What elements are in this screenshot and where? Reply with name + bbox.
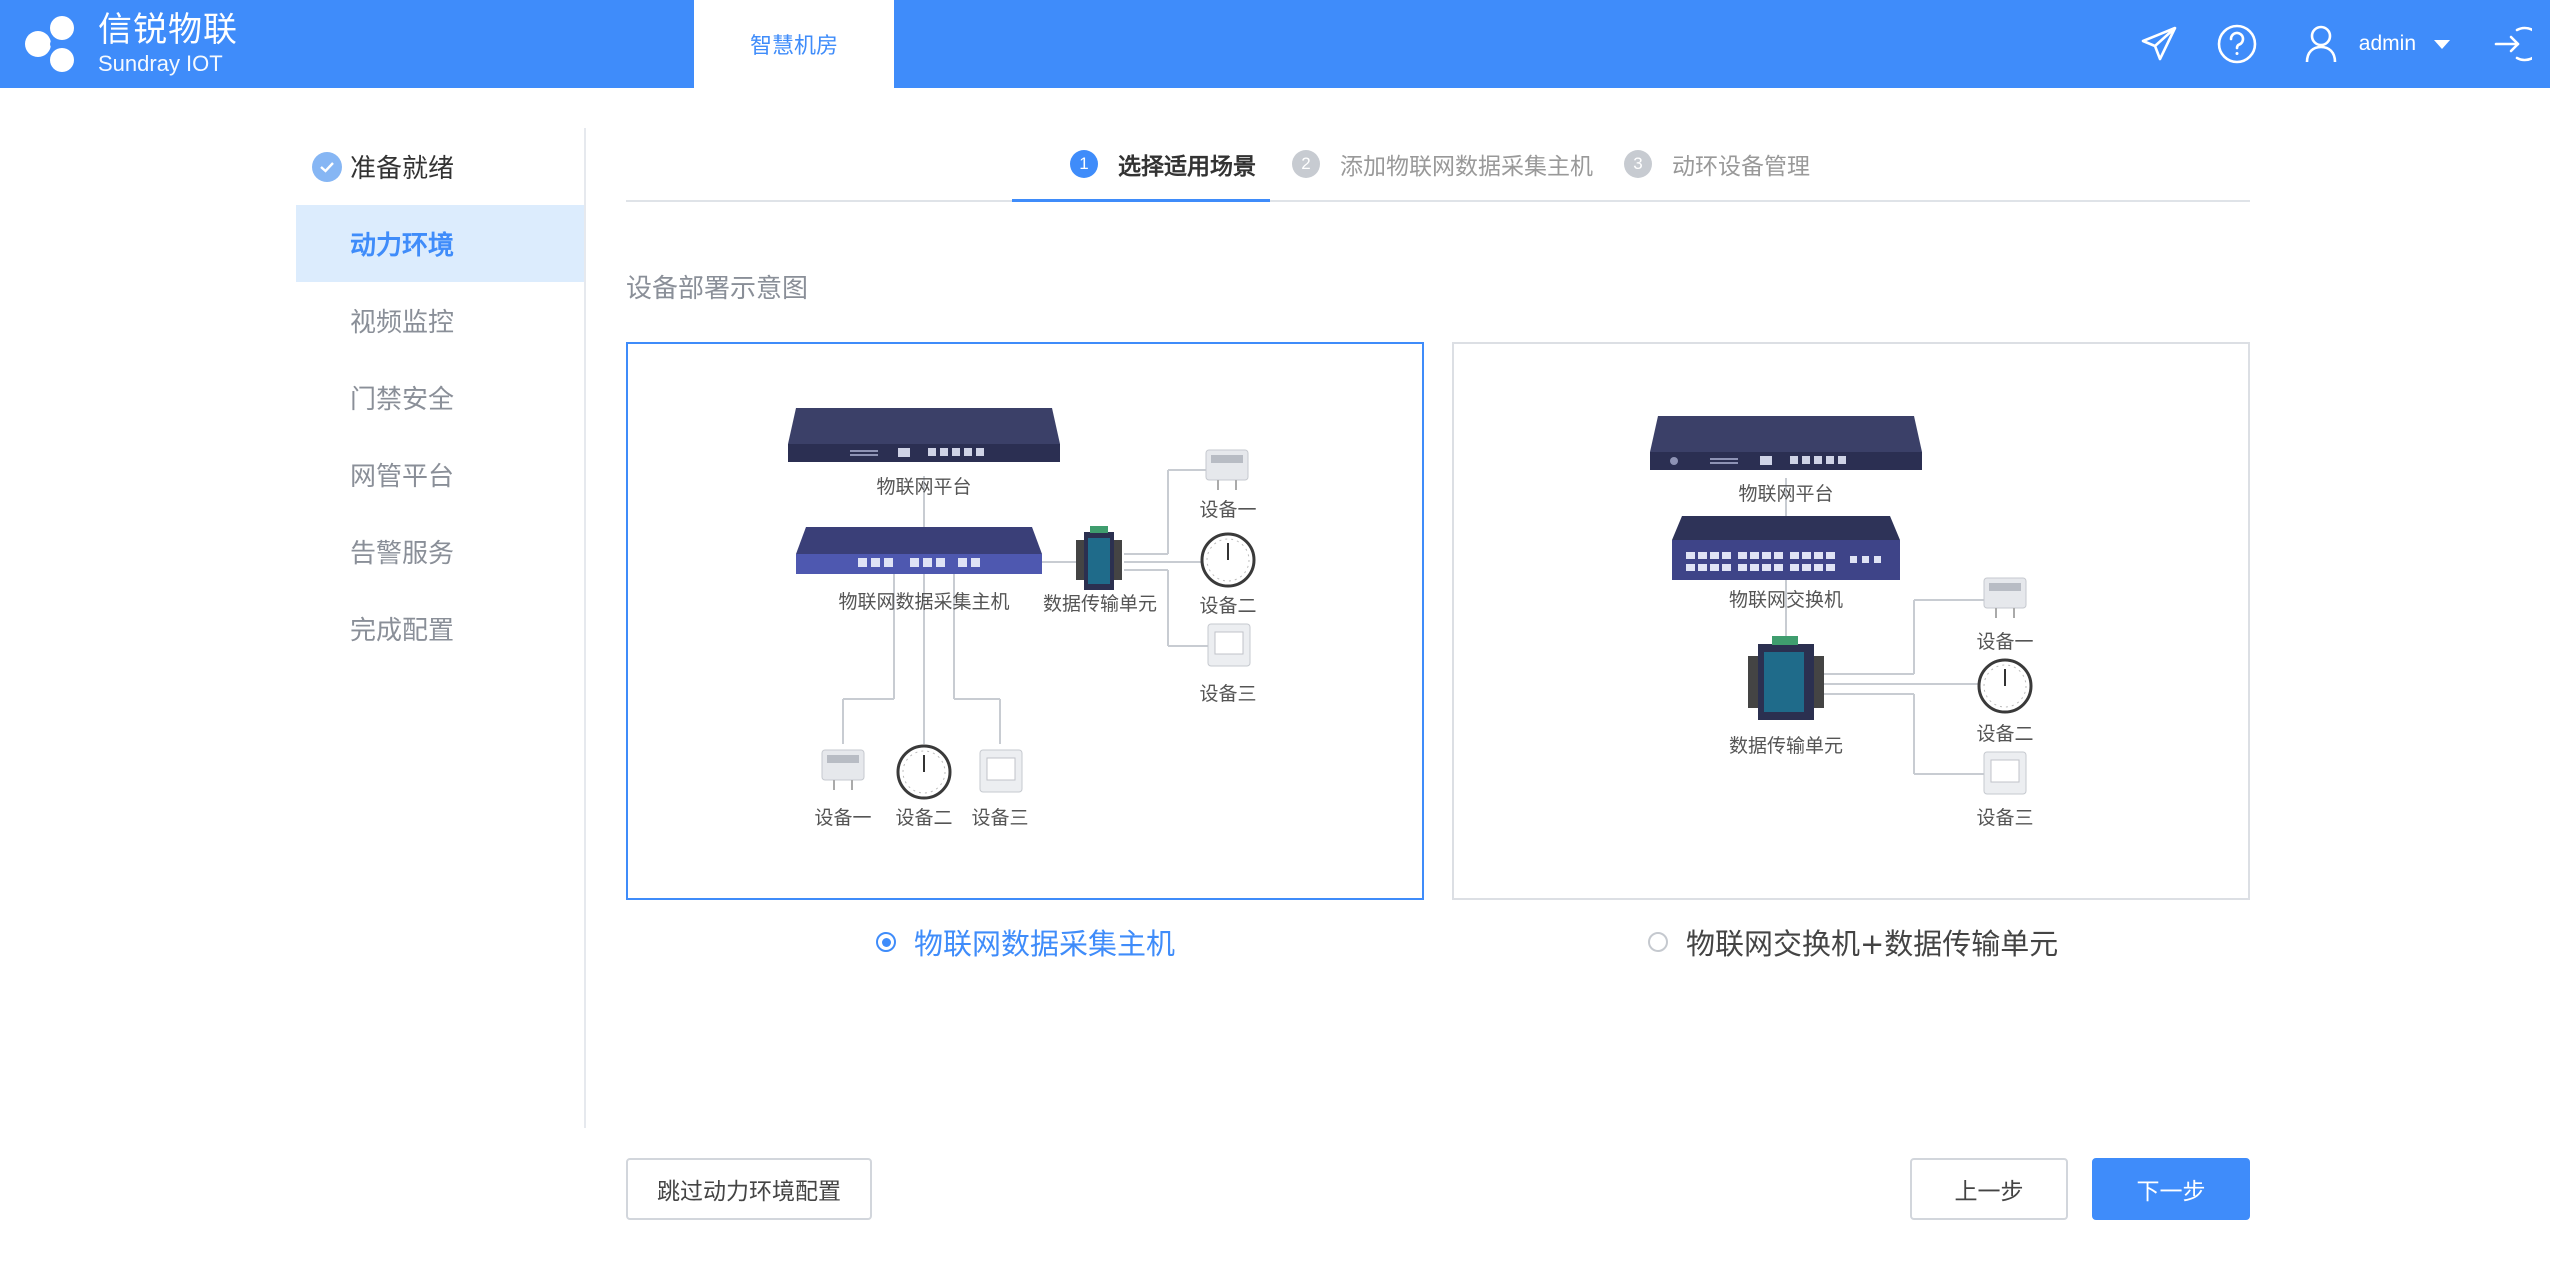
display-sensor-device-icon — [1207, 623, 1251, 667]
diagram-label-switch: 物联网交换机 — [1729, 589, 1843, 611]
deployment-diagram-collector-host: 物联网平台 物联网数据采集主机 数据传输单元 设备一 设备二 设备三 设备一 设… — [788, 408, 1257, 829]
sensor-device-icon — [1205, 449, 1249, 490]
tab-smart-server-room[interactable]: 智慧机房 — [694, 0, 894, 88]
sidebar-item-label: 动力环境 — [350, 231, 455, 261]
diagram-label-dtu: 数据传输单元 — [1043, 593, 1157, 615]
top-navigation-bar: 信锐物联 Sundray IOT 智慧机房 admin — [0, 0, 2550, 88]
display-sensor-device-icon — [1983, 751, 2027, 795]
sidebar-item-ready[interactable]: 准备就绪 — [296, 128, 584, 205]
next-step-button[interactable]: 下一步 — [2092, 1158, 2250, 1220]
diagram-label-platform: 物联网平台 — [1738, 483, 1833, 505]
radio-checked-icon[interactable] — [876, 932, 896, 952]
step-label: 添加物联网数据采集主机 — [1340, 154, 1593, 180]
scenario-option-label: 物联网交换机+数据传输单元 — [1686, 927, 2059, 961]
gauge-device-icon — [1977, 658, 2033, 714]
step-label: 动环设备管理 — [1672, 154, 1810, 180]
diagram-label-device-3: 设备三 — [971, 807, 1028, 829]
wizard-sidebar: 准备就绪 动力环境 视频监控 门禁安全 网管平台 告警服务 完成配置 — [296, 128, 586, 1128]
step-device-management[interactable]: 3 动环设备管理 — [1624, 144, 1810, 184]
diagram-label-device-2: 设备二 — [1199, 595, 1256, 617]
diagram-label-device-1: 设备一 — [1199, 499, 1256, 521]
diagram-label-device-3: 设备三 — [1199, 683, 1256, 705]
gauge-device-icon — [896, 744, 952, 800]
deployment-diagram-switch-dtu: 物联网平台 物联网交换机 数据传输单元 设备一 设备二 设备三 — [1650, 416, 2034, 829]
sidebar-item-label: 网管平台 — [350, 462, 455, 492]
sensor-device-icon — [1983, 577, 2027, 618]
user-menu[interactable]: admin — [2297, 20, 2450, 68]
sundray-logo-icon — [22, 13, 84, 75]
sidebar-item-power-environment[interactable]: 动力环境 — [296, 205, 584, 282]
sidebar-item-label: 完成配置 — [350, 616, 455, 646]
step-add-collector-host[interactable]: 2 添加物联网数据采集主机 — [1292, 144, 1593, 184]
iot-platform-device-icon — [1650, 416, 1922, 470]
previous-step-button[interactable]: 上一步 — [1910, 1158, 2068, 1220]
data-transfer-unit-icon — [1076, 526, 1122, 590]
sidebar-item-label: 视频监控 — [350, 308, 455, 338]
diagram-label-device-1: 设备一 — [1976, 631, 2033, 653]
display-sensor-device-icon — [979, 749, 1023, 793]
brand-logo[interactable]: 信锐物联 Sundray IOT — [22, 6, 238, 82]
sidebar-item-alarm-service[interactable]: 告警服务 — [296, 513, 584, 590]
iot-collector-host-icon — [796, 527, 1042, 574]
step-label: 选择适用场景 — [1118, 154, 1256, 180]
sidebar-item-finish[interactable]: 完成配置 — [296, 590, 584, 667]
sidebar-item-label: 准备就绪 — [350, 154, 455, 184]
scenario-card-switch-dtu[interactable]: 物联网平台 物联网交换机 数据传输单元 设备一 设备二 设备三 — [1452, 342, 2250, 900]
step-number: 2 — [1292, 150, 1320, 178]
scenario-card-collector-host[interactable]: 物联网平台 物联网数据采集主机 数据传输单元 设备一 设备二 设备三 设备一 设… — [626, 342, 1424, 900]
sidebar-item-access-control[interactable]: 门禁安全 — [296, 359, 584, 436]
sensor-device-icon — [821, 749, 865, 790]
skip-power-environment-button[interactable]: 跳过动力环境配置 — [626, 1158, 872, 1220]
data-transfer-unit-icon — [1748, 636, 1824, 720]
diagram-label-device-3: 设备三 — [1976, 807, 2033, 829]
step-number: 3 — [1624, 150, 1652, 178]
brand-name-en: Sundray IOT — [98, 51, 223, 76]
gauge-device-icon — [1200, 532, 1256, 588]
diagram-label-device-2: 设备二 — [1976, 723, 2033, 745]
help-icon[interactable] — [2213, 20, 2261, 68]
send-icon[interactable] — [2135, 20, 2183, 68]
wizard-steps: 1 选择适用场景 2 添加物联网数据采集主机 3 动环设备管理 — [626, 128, 2250, 202]
active-step-indicator — [1012, 199, 1270, 202]
scenario-radio-switch-dtu[interactable]: 物联网交换机+数据传输单元 — [1648, 922, 2058, 962]
diagram-label-dtu: 数据传输单元 — [1729, 735, 1843, 757]
diagram-label-device-2: 设备二 — [895, 807, 952, 829]
diagram-label-device-1: 设备一 — [814, 807, 871, 829]
sidebar-item-label: 告警服务 — [350, 539, 455, 569]
section-title: 设备部署示意图 — [626, 274, 809, 304]
user-icon — [2297, 20, 2345, 68]
scenario-radio-collector-host[interactable]: 物联网数据采集主机 — [876, 922, 1175, 962]
sidebar-item-network-management[interactable]: 网管平台 — [296, 436, 584, 513]
diagram-label-platform: 物联网平台 — [876, 476, 971, 498]
iot-switch-icon — [1672, 516, 1900, 580]
step-select-scenario[interactable]: 1 选择适用场景 — [1070, 144, 1256, 184]
chevron-down-icon — [2434, 39, 2450, 49]
check-icon — [312, 151, 342, 182]
logout-icon[interactable] — [2488, 20, 2536, 68]
sidebar-item-video-monitoring[interactable]: 视频监控 — [296, 282, 584, 359]
step-number: 1 — [1070, 150, 1098, 178]
username-label: admin — [2358, 32, 2416, 55]
iot-platform-device-icon — [788, 408, 1060, 462]
sidebar-item-label: 门禁安全 — [350, 385, 455, 415]
scenario-option-label: 物联网数据采集主机 — [914, 927, 1176, 961]
brand-name-cn: 信锐物联 — [98, 10, 238, 50]
radio-unchecked-icon[interactable] — [1648, 932, 1668, 952]
diagram-label-host: 物联网数据采集主机 — [838, 591, 1009, 613]
